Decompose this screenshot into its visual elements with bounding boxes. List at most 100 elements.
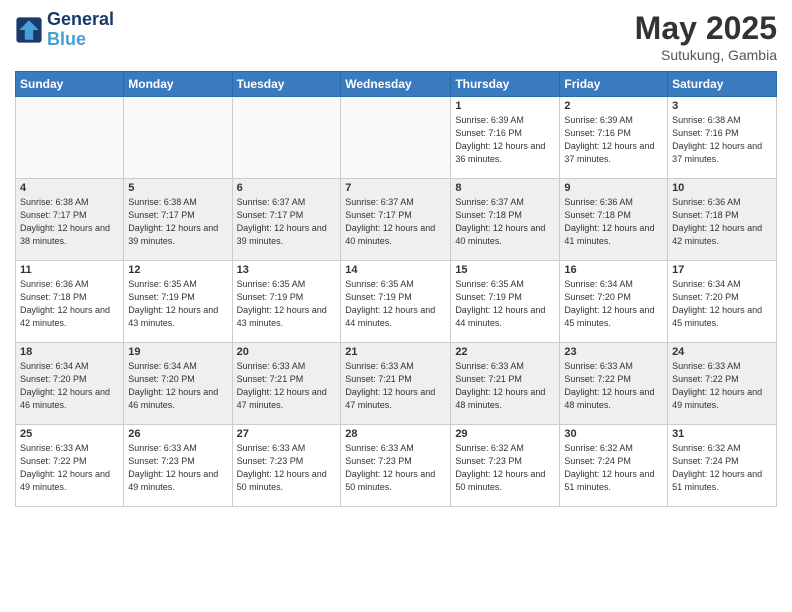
logo-line1: General bbox=[47, 10, 114, 30]
calendar-cell-20: 20 Sunrise: 6:33 AMSunset: 7:21 PMDayligh… bbox=[232, 343, 341, 425]
calendar-cell-22: 22 Sunrise: 6:33 AMSunset: 7:21 PMDayligh… bbox=[451, 343, 560, 425]
day-info: Sunrise: 6:34 AMSunset: 7:20 PMDaylight:… bbox=[128, 360, 227, 412]
calendar-cell-24: 24 Sunrise: 6:33 AMSunset: 7:22 PMDayligh… bbox=[668, 343, 777, 425]
day-info: Sunrise: 6:36 AMSunset: 7:18 PMDaylight:… bbox=[672, 196, 772, 248]
logo-text: General Blue bbox=[47, 10, 114, 50]
weekday-header-row: SundayMondayTuesdayWednesdayThursdayFrid… bbox=[16, 72, 777, 97]
day-info: Sunrise: 6:36 AMSunset: 7:18 PMDaylight:… bbox=[20, 278, 119, 330]
day-info: Sunrise: 6:33 AMSunset: 7:23 PMDaylight:… bbox=[345, 442, 446, 494]
calendar-cell-19: 19Sunrise: 6:34 AMSunset: 7:20 PMDayligh… bbox=[124, 343, 232, 425]
day-number: 15 bbox=[455, 264, 555, 276]
day-number: 7 bbox=[345, 182, 446, 194]
calendar-cell-6: 6 Sunrise: 6:37 AMSunset: 7:17 PMDaylight… bbox=[232, 179, 341, 261]
day-info: Sunrise: 6:36 AMSunset: 7:18 PMDaylight:… bbox=[564, 196, 663, 248]
day-info: Sunrise: 6:33 AMSunset: 7:22 PMDaylight:… bbox=[20, 442, 119, 494]
weekday-header-wednesday: Wednesday bbox=[341, 72, 451, 97]
calendar-cell-14: 14 Sunrise: 6:35 AMSunset: 7:19 PMDayligh… bbox=[341, 261, 451, 343]
day-number: 28 bbox=[345, 428, 446, 440]
calendar-cell-15: 15 Sunrise: 6:35 AMSunset: 7:19 PMDayligh… bbox=[451, 261, 560, 343]
day-number: 14 bbox=[345, 264, 446, 276]
day-number: 10 bbox=[672, 182, 772, 194]
day-info: Sunrise: 6:34 AMSunset: 7:20 PMDaylight:… bbox=[20, 360, 119, 412]
day-info: Sunrise: 6:33 AMSunset: 7:22 PMDaylight:… bbox=[672, 360, 772, 412]
day-number: 11 bbox=[20, 264, 119, 276]
calendar-cell-10: 10 Sunrise: 6:36 AMSunset: 7:18 PMDayligh… bbox=[668, 179, 777, 261]
day-info: Sunrise: 6:32 AMSunset: 7:24 PMDaylight:… bbox=[672, 442, 772, 494]
calendar-cell-13: 13 Sunrise: 6:35 AMSunset: 7:19 PMDayligh… bbox=[232, 261, 341, 343]
calendar-cell-26: 26 Sunrise: 6:33 AMSunset: 7:23 PMDayligh… bbox=[124, 425, 232, 507]
day-info: Sunrise: 6:34 AMSunset: 7:20 PMDaylight:… bbox=[564, 278, 663, 330]
day-info: Sunrise: 6:33 AMSunset: 7:22 PMDaylight:… bbox=[564, 360, 663, 412]
day-number: 8 bbox=[455, 182, 555, 194]
day-number: 24 bbox=[672, 346, 772, 358]
day-number: 13 bbox=[237, 264, 337, 276]
calendar-cell-18: 18 Sunrise: 6:34 AMSunset: 7:20 PMDayligh… bbox=[16, 343, 124, 425]
week-row-2: 11 Sunrise: 6:36 AMSunset: 7:18 PMDayligh… bbox=[16, 261, 777, 343]
title-month: May 2025 bbox=[635, 10, 777, 47]
day-info: Sunrise: 6:32 AMSunset: 7:24 PMDaylight:… bbox=[564, 442, 663, 494]
weekday-header-monday: Monday bbox=[124, 72, 232, 97]
calendar-cell-8: 8 Sunrise: 6:37 AMSunset: 7:18 PMDaylight… bbox=[451, 179, 560, 261]
day-info: Sunrise: 6:33 AMSunset: 7:21 PMDaylight:… bbox=[455, 360, 555, 412]
day-number: 4 bbox=[20, 182, 119, 194]
calendar-cell-3: 3Sunrise: 6:38 AMSunset: 7:16 PMDaylight… bbox=[668, 97, 777, 179]
day-info: Sunrise: 6:37 AMSunset: 7:18 PMDaylight:… bbox=[455, 196, 555, 248]
calendar-cell-25: 25 Sunrise: 6:33 AMSunset: 7:22 PMDayligh… bbox=[16, 425, 124, 507]
weekday-header-saturday: Saturday bbox=[668, 72, 777, 97]
day-info: Sunrise: 6:35 AMSunset: 7:19 PMDaylight:… bbox=[345, 278, 446, 330]
day-info: Sunrise: 6:33 AMSunset: 7:21 PMDaylight:… bbox=[237, 360, 337, 412]
day-info: Sunrise: 6:37 AMSunset: 7:17 PMDaylight:… bbox=[237, 196, 337, 248]
calendar-cell-1: 1Sunrise: 6:39 AMSunset: 7:16 PMDaylight… bbox=[451, 97, 560, 179]
day-number: 21 bbox=[345, 346, 446, 358]
day-number: 17 bbox=[672, 264, 772, 276]
weekday-header-friday: Friday bbox=[560, 72, 668, 97]
calendar-cell-4: 4 Sunrise: 6:38 AMSunset: 7:17 PMDaylight… bbox=[16, 179, 124, 261]
calendar-cell-12: 12 Sunrise: 6:35 AMSunset: 7:19 PMDayligh… bbox=[124, 261, 232, 343]
day-info: Sunrise: 6:38 AMSunset: 7:17 PMDaylight:… bbox=[20, 196, 119, 248]
logo: General Blue bbox=[15, 10, 114, 50]
day-number: 6 bbox=[237, 182, 337, 194]
calendar-cell-7: 7 Sunrise: 6:37 AMSunset: 7:17 PMDaylight… bbox=[341, 179, 451, 261]
calendar-cell-30: 30Sunrise: 6:32 AMSunset: 7:24 PMDayligh… bbox=[560, 425, 668, 507]
day-number: 2 bbox=[564, 100, 663, 112]
page: General Blue May 2025 Sutukung, Gambia S… bbox=[0, 0, 792, 612]
logo-icon bbox=[15, 16, 43, 44]
calendar-cell-5: 5Sunrise: 6:38 AMSunset: 7:17 PMDaylight… bbox=[124, 179, 232, 261]
day-info: Sunrise: 6:35 AMSunset: 7:19 PMDaylight:… bbox=[128, 278, 227, 330]
day-info: Sunrise: 6:34 AMSunset: 7:20 PMDaylight:… bbox=[672, 278, 772, 330]
calendar-cell-29: 29 Sunrise: 6:32 AMSunset: 7:23 PMDayligh… bbox=[451, 425, 560, 507]
calendar-cell-2: 2Sunrise: 6:39 AMSunset: 7:16 PMDaylight… bbox=[560, 97, 668, 179]
day-number: 20 bbox=[237, 346, 337, 358]
calendar-cell-27: 27Sunrise: 6:33 AMSunset: 7:23 PMDayligh… bbox=[232, 425, 341, 507]
calendar-cell-31: 31Sunrise: 6:32 AMSunset: 7:24 PMDayligh… bbox=[668, 425, 777, 507]
week-row-0: 1Sunrise: 6:39 AMSunset: 7:16 PMDaylight… bbox=[16, 97, 777, 179]
day-info: Sunrise: 6:38 AMSunset: 7:17 PMDaylight:… bbox=[128, 196, 227, 248]
day-info: Sunrise: 6:35 AMSunset: 7:19 PMDaylight:… bbox=[237, 278, 337, 330]
day-number: 18 bbox=[20, 346, 119, 358]
day-info: Sunrise: 6:32 AMSunset: 7:23 PMDaylight:… bbox=[455, 442, 555, 494]
day-info: Sunrise: 6:35 AMSunset: 7:19 PMDaylight:… bbox=[455, 278, 555, 330]
week-row-1: 4 Sunrise: 6:38 AMSunset: 7:17 PMDaylight… bbox=[16, 179, 777, 261]
calendar-cell-empty bbox=[124, 97, 232, 179]
day-info: Sunrise: 6:39 AMSunset: 7:16 PMDaylight:… bbox=[455, 114, 555, 166]
day-number: 26 bbox=[128, 428, 227, 440]
calendar-cell-17: 17 Sunrise: 6:34 AMSunset: 7:20 PMDayligh… bbox=[668, 261, 777, 343]
calendar-cell-16: 16Sunrise: 6:34 AMSunset: 7:20 PMDayligh… bbox=[560, 261, 668, 343]
calendar-cell-9: 9 Sunrise: 6:36 AMSunset: 7:18 PMDaylight… bbox=[560, 179, 668, 261]
day-number: 9 bbox=[564, 182, 663, 194]
day-number: 29 bbox=[455, 428, 555, 440]
day-number: 25 bbox=[20, 428, 119, 440]
weekday-header-tuesday: Tuesday bbox=[232, 72, 341, 97]
day-number: 12 bbox=[128, 264, 227, 276]
header: General Blue May 2025 Sutukung, Gambia bbox=[15, 10, 777, 63]
day-info: Sunrise: 6:33 AMSunset: 7:23 PMDaylight:… bbox=[237, 442, 337, 494]
day-info: Sunrise: 6:33 AMSunset: 7:23 PMDaylight:… bbox=[128, 442, 227, 494]
calendar-cell-23: 23Sunrise: 6:33 AMSunset: 7:22 PMDayligh… bbox=[560, 343, 668, 425]
day-info: Sunrise: 6:37 AMSunset: 7:17 PMDaylight:… bbox=[345, 196, 446, 248]
title-block: May 2025 Sutukung, Gambia bbox=[635, 10, 777, 63]
day-number: 22 bbox=[455, 346, 555, 358]
calendar-table: SundayMondayTuesdayWednesdayThursdayFrid… bbox=[15, 71, 777, 507]
logo-line2: Blue bbox=[47, 29, 86, 49]
calendar-cell-empty bbox=[341, 97, 451, 179]
day-info: Sunrise: 6:38 AMSunset: 7:16 PMDaylight:… bbox=[672, 114, 772, 166]
